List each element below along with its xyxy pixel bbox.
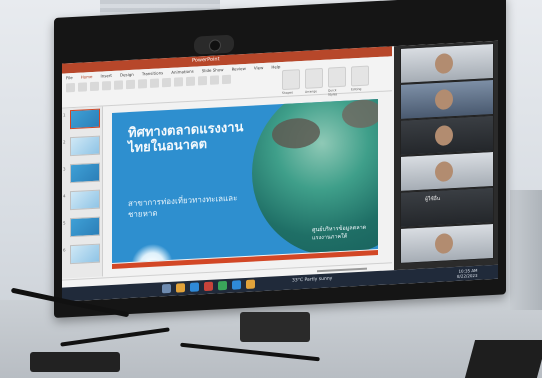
quick-styles-label: Quick Styles — [328, 88, 338, 97]
video-call-panel: ผู้ใช้อื่น — [394, 40, 498, 271]
arrange-icon — [305, 67, 323, 89]
bold-icon[interactable] — [138, 79, 147, 89]
store-icon[interactable] — [246, 279, 255, 289]
font-color-icon[interactable] — [174, 77, 183, 87]
background-object — [510, 190, 542, 310]
window-title: PowerPoint — [192, 56, 220, 64]
shapes-icon — [282, 69, 300, 91]
drawing-group: Shapes Arrange Quick Styles Editing — [282, 65, 369, 97]
tab-slide-show[interactable]: Slide Show — [202, 67, 224, 73]
browser-icon[interactable] — [190, 282, 199, 292]
keyboard — [464, 340, 542, 378]
tab-home[interactable]: Home — [81, 74, 93, 80]
participant-tile[interactable] — [400, 78, 494, 120]
tab-review[interactable]: Review — [232, 66, 246, 72]
file-explorer-icon[interactable] — [176, 283, 185, 293]
thumb-number: 3 — [63, 166, 66, 172]
thumb-number: 2 — [63, 139, 66, 145]
slide-title[interactable]: ทิศทางตลาดแรงงานไทยในอนาคต — [128, 119, 258, 156]
thumb-number: 6 — [63, 247, 66, 253]
slide-subtitle[interactable]: สาขาการท่องเที่ยวทางทะเลและชายหาด — [128, 192, 248, 220]
shapes-label: Shapes — [282, 90, 293, 96]
weather-widget[interactable]: 33°C Partly sunny — [292, 276, 332, 283]
monitor: PowerPoint File Home Insert Design Trans… — [54, 0, 506, 319]
thumb-number: 5 — [63, 220, 66, 226]
webcam-lens — [209, 39, 221, 52]
quick-styles-icon — [328, 66, 346, 88]
thumb-number: 1 — [63, 112, 66, 118]
copy-icon[interactable] — [90, 81, 99, 92]
powerpoint-icon[interactable] — [204, 281, 213, 292]
photo-rock — [342, 99, 378, 129]
tile-background — [401, 187, 493, 227]
webcam-icon — [194, 34, 234, 55]
tab-view[interactable]: View — [254, 65, 264, 70]
slide-caption[interactable]: ศูนย์บริหารข้อมูลตลาดแรงงานภาคใต้ — [312, 223, 378, 243]
paste-icon[interactable] — [66, 82, 75, 93]
meeting-app-icon[interactable] — [218, 280, 227, 291]
clock[interactable]: 10:35 AM 8/22/2023 — [457, 268, 478, 279]
numbering-icon[interactable] — [222, 74, 231, 85]
mail-icon[interactable] — [232, 280, 241, 290]
participant-tile[interactable] — [400, 42, 494, 84]
font-icon[interactable] — [126, 79, 135, 90]
taskbar-apps — [162, 279, 255, 294]
participant-tile[interactable] — [400, 150, 494, 192]
slide-thumbnail-pane: 1 2 3 4 5 6 — [62, 106, 103, 279]
new-slide-icon[interactable] — [102, 81, 111, 91]
participant-tile[interactable] — [400, 222, 494, 264]
tab-insert[interactable]: Insert — [101, 73, 112, 79]
slide-thumbnail[interactable] — [70, 216, 100, 238]
layout-icon[interactable] — [114, 80, 123, 90]
italic-icon[interactable] — [150, 78, 159, 88]
tab-help[interactable]: Help — [271, 64, 280, 69]
slide-thumbnail[interactable] — [70, 135, 100, 157]
slide-thumbnail[interactable] — [70, 243, 100, 265]
editing-label: Editing — [351, 86, 362, 92]
tab-design[interactable]: Design — [120, 72, 134, 78]
underline-icon[interactable] — [162, 77, 171, 88]
sun-graphic — [132, 241, 172, 263]
slide-canvas[interactable]: ทิศทางตลาดแรงงานไทยในอนาคต สาขาการท่องเท… — [112, 99, 378, 263]
align-left-icon[interactable] — [186, 76, 195, 87]
tab-file[interactable]: File — [66, 75, 73, 80]
shapes-button[interactable]: Shapes — [282, 69, 300, 95]
thumb-number: 4 — [63, 193, 66, 199]
clock-date: 8/22/2023 — [457, 272, 478, 279]
participant-tile[interactable] — [400, 114, 494, 156]
quick-styles-button[interactable]: Quick Styles — [328, 66, 346, 97]
editing-button[interactable]: Editing — [351, 65, 369, 91]
slide-thumbnail[interactable] — [70, 189, 100, 211]
align-center-icon[interactable] — [198, 75, 207, 86]
arrange-button[interactable]: Arrange — [305, 67, 323, 94]
cut-icon[interactable] — [78, 82, 87, 92]
monitor-stand — [240, 312, 310, 342]
start-icon[interactable] — [162, 283, 171, 294]
slide-thumbnail[interactable] — [70, 108, 100, 130]
power-adapter — [30, 352, 120, 372]
slide-thumbnail[interactable] — [70, 162, 100, 184]
screen: PowerPoint File Home Insert Design Trans… — [62, 40, 498, 302]
tab-transitions[interactable]: Transitions — [142, 70, 163, 76]
bullets-icon[interactable] — [210, 75, 219, 85]
participant-label: ผู้ใช้อื่น — [425, 195, 441, 203]
tab-animations[interactable]: Animations — [171, 69, 193, 75]
participant-tile[interactable]: ผู้ใช้อื่น — [400, 186, 494, 228]
editing-icon — [351, 65, 369, 87]
arrange-label: Arrange — [305, 89, 317, 94]
